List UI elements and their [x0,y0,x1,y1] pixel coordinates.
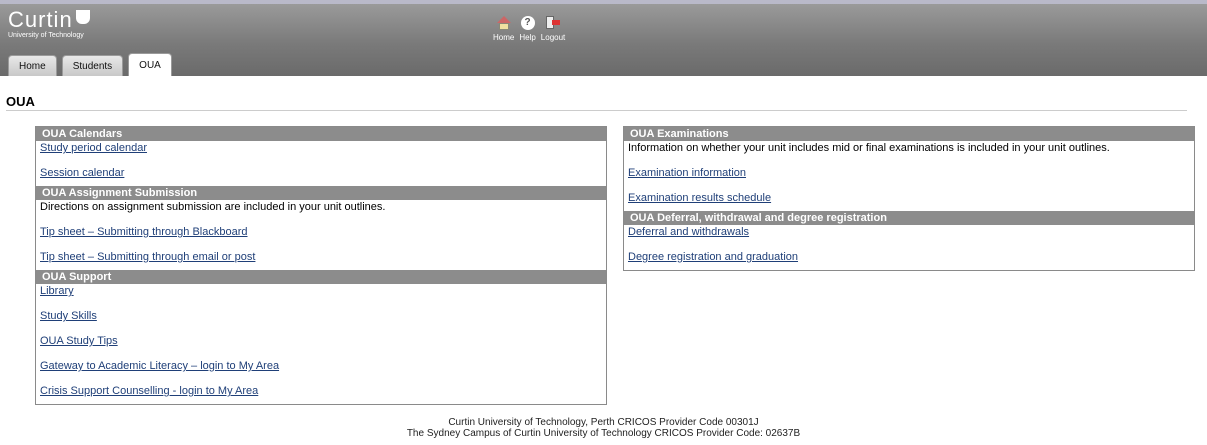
section-heading-calendars: OUA Calendars [36,127,606,141]
deferral-withdrawals-link[interactable]: Deferral and withdrawals [628,226,749,238]
assignment-info-text: Directions on assignment submission are … [40,201,386,213]
home-button[interactable]: Home [493,16,514,42]
main-tabs: Home Students OUA [8,53,177,76]
logo-subtitle: University of Technology [8,32,84,39]
study-skills-link[interactable]: Study Skills [40,310,97,322]
left-panel: OUA Calendars Study period calendar Sess… [35,126,607,405]
tab-home[interactable]: Home [8,55,57,76]
title-divider [6,110,1187,111]
section-heading-examinations: OUA Examinations [624,127,1194,141]
tip-sheet-blackboard-link[interactable]: Tip sheet – Submitting through Blackboar… [40,226,248,238]
crest-icon [75,10,90,24]
section-assignment: Directions on assignment submission are … [36,200,606,270]
curtin-logo[interactable]: Curtin University of Technology [8,9,90,40]
academic-literacy-link[interactable]: Gateway to Academic Literacy – login to … [40,360,279,372]
right-panel: OUA Examinations Information on whether … [623,126,1195,271]
help-button[interactable]: ? Help [519,16,536,42]
header-toolbar: Home ? Help Logout [493,16,570,42]
examination-information-link[interactable]: Examination information [628,167,746,179]
section-deferral: Deferral and withdrawals Degree registra… [624,225,1194,270]
library-link[interactable]: Library [40,285,74,297]
section-heading-support: OUA Support [36,270,606,284]
page-footer: Curtin University of Technology, Perth C… [0,417,1207,439]
oua-study-tips-link[interactable]: OUA Study Tips [40,335,118,347]
tip-sheet-email-post-link[interactable]: Tip sheet – Submitting through email or … [40,251,255,263]
tab-students[interactable]: Students [61,55,124,76]
footer-sydney-cricos: The Sydney Campus of Curtin University o… [406,428,801,439]
logo-wordmark: Curtin [8,7,73,32]
page-title: OUA [6,94,35,109]
help-button-label: Help [519,33,536,42]
home-icon [496,16,511,30]
crisis-counselling-link[interactable]: Crisis Support Counselling - login to My… [40,385,258,397]
home-button-label: Home [493,33,515,42]
section-support: Library Study Skills OUA Study Tips Gate… [36,284,606,404]
help-icon: ? [520,16,535,30]
section-examinations: Information on whether your unit include… [624,141,1194,211]
site-header: Curtin University of Technology Home ? H… [0,0,1207,76]
logout-button[interactable]: Logout [541,16,565,42]
examinations-info-text: Information on whether your unit include… [628,142,1110,154]
logout-button-label: Logout [540,33,566,42]
study-period-calendar-link[interactable]: Study period calendar [40,142,147,154]
section-calendars: Study period calendar Session calendar [36,141,606,186]
degree-registration-link[interactable]: Degree registration and graduation [628,251,798,263]
session-calendar-link[interactable]: Session calendar [40,167,124,179]
section-heading-assignment: OUA Assignment Submission [36,186,606,200]
footer-perth-cricos: Curtin University of Technology, Perth C… [448,417,759,428]
section-heading-deferral: OUA Deferral, withdrawal and degree regi… [624,211,1194,225]
examination-results-schedule-link[interactable]: Examination results schedule [628,192,771,204]
logout-icon [546,16,561,30]
tab-oua[interactable]: OUA [128,53,172,76]
